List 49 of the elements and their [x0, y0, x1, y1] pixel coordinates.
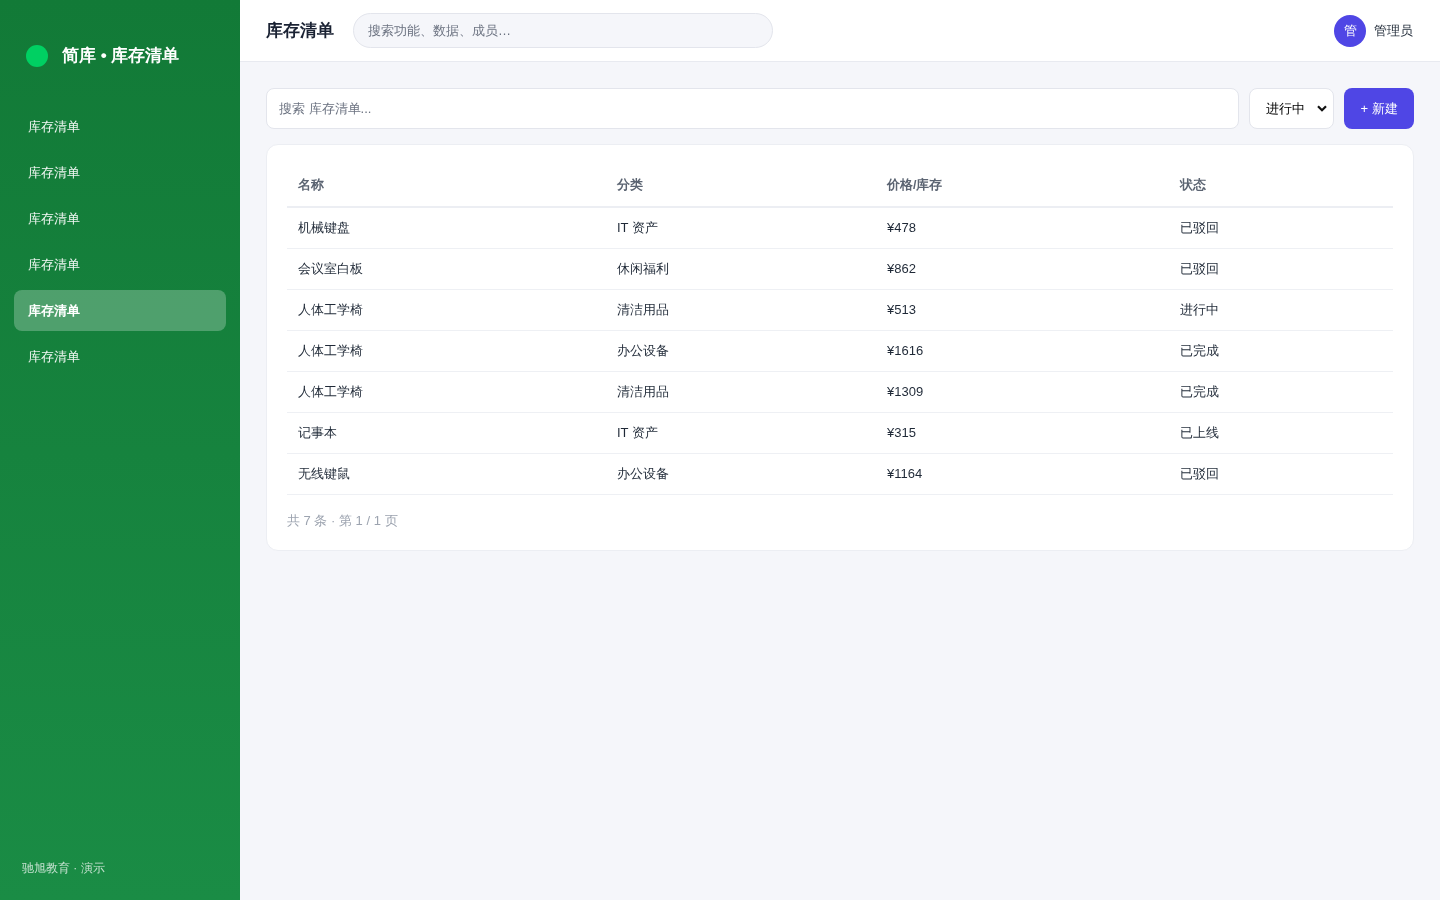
table-cell: 办公设备	[606, 453, 876, 494]
column-header: 名称	[287, 165, 606, 207]
table-cell: 机械键盘	[287, 207, 606, 248]
nav-item[interactable]: 库存清单	[14, 290, 226, 331]
table-cell: 已完成	[1169, 371, 1393, 412]
nav-item[interactable]: 库存清单	[14, 152, 226, 193]
page-title: 库存清单	[266, 19, 334, 42]
table-cell: ¥478	[876, 207, 1169, 248]
table-cell: 清洁用品	[606, 289, 876, 330]
table-cell: ¥1164	[876, 453, 1169, 494]
table-cell: 进行中	[1169, 289, 1393, 330]
new-button[interactable]: + 新建	[1344, 88, 1414, 129]
table-cell: 已完成	[1169, 330, 1393, 371]
table-cell: 已驳回	[1169, 453, 1393, 494]
global-search-field[interactable]: 搜索功能、数据、成员…	[353, 13, 773, 48]
avatar[interactable]: 管	[1334, 14, 1366, 47]
table-cell: 人体工学椅	[287, 289, 606, 330]
nav-item[interactable]: 库存清单	[14, 244, 226, 285]
nav-item[interactable]: 库存清单	[14, 106, 226, 147]
column-header: 价格/库存	[876, 165, 1169, 207]
table-cell: ¥1616	[876, 330, 1169, 371]
footer-text: 驰旭教育 · 演示	[22, 861, 105, 875]
table-cell: 人体工学椅	[287, 371, 606, 412]
column-header: 分类	[606, 165, 876, 207]
table-cell: 已驳回	[1169, 207, 1393, 248]
pagination-text: 共 7 条 · 第 1 / 1 页	[287, 512, 398, 528]
status-select[interactable]: 进行中	[1249, 88, 1334, 129]
table-cell: ¥1309	[876, 371, 1169, 412]
table-cell: 清洁用品	[606, 371, 876, 412]
table-cell: 记事本	[287, 412, 606, 453]
table-cell: 办公设备	[606, 330, 876, 371]
column-header: 状态	[1169, 165, 1393, 207]
list-search-field[interactable]: 搜索 库存清单...	[266, 88, 1239, 129]
table-cell: ¥315	[876, 412, 1169, 453]
table-cell: ¥513	[876, 289, 1169, 330]
table-cell: 会议室白板	[287, 248, 606, 289]
table-cell: 已驳回	[1169, 248, 1393, 289]
table-cell: IT 资产	[606, 412, 876, 453]
table-cell: 已上线	[1169, 412, 1393, 453]
table-cell: ¥862	[876, 248, 1169, 289]
table-cell: 无线键鼠	[287, 453, 606, 494]
brand-title: 简库 • 库存清单	[62, 45, 180, 67]
table-cell: IT 资产	[606, 207, 876, 248]
chevron-down-icon	[1317, 105, 1327, 112]
nav-item[interactable]: 库存清单	[14, 336, 226, 377]
user-name: 管理员	[1374, 21, 1413, 40]
nav-item[interactable]: 库存清单	[14, 198, 226, 239]
table-cell: 人体工学椅	[287, 330, 606, 371]
table-cell: 休闲福利	[606, 248, 876, 289]
